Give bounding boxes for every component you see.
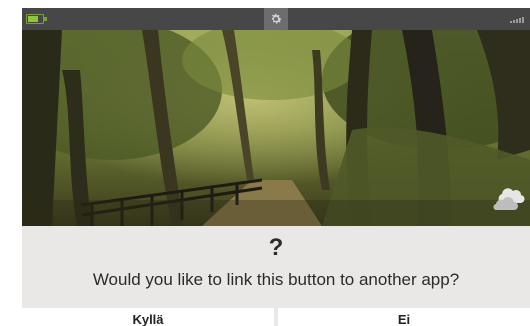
no-button[interactable]: Ei (278, 308, 530, 326)
question-mark: ? (268, 234, 284, 261)
signal-icon (510, 17, 524, 23)
gear-icon (271, 13, 282, 24)
status-bar (22, 8, 530, 30)
app-screen: ? Would you like to link this button to … (22, 8, 530, 326)
forest-path-image (22, 30, 530, 226)
settings-button[interactable] (264, 8, 288, 30)
battery-icon (26, 14, 47, 24)
link-app-dialog: ? Would you like to link this button to … (22, 226, 530, 326)
dialog-prompt: Would you like to link this button to an… (92, 270, 460, 289)
background-image (22, 30, 530, 226)
yes-button[interactable]: Kyllä (22, 308, 274, 326)
cloud-icon (493, 188, 525, 210)
